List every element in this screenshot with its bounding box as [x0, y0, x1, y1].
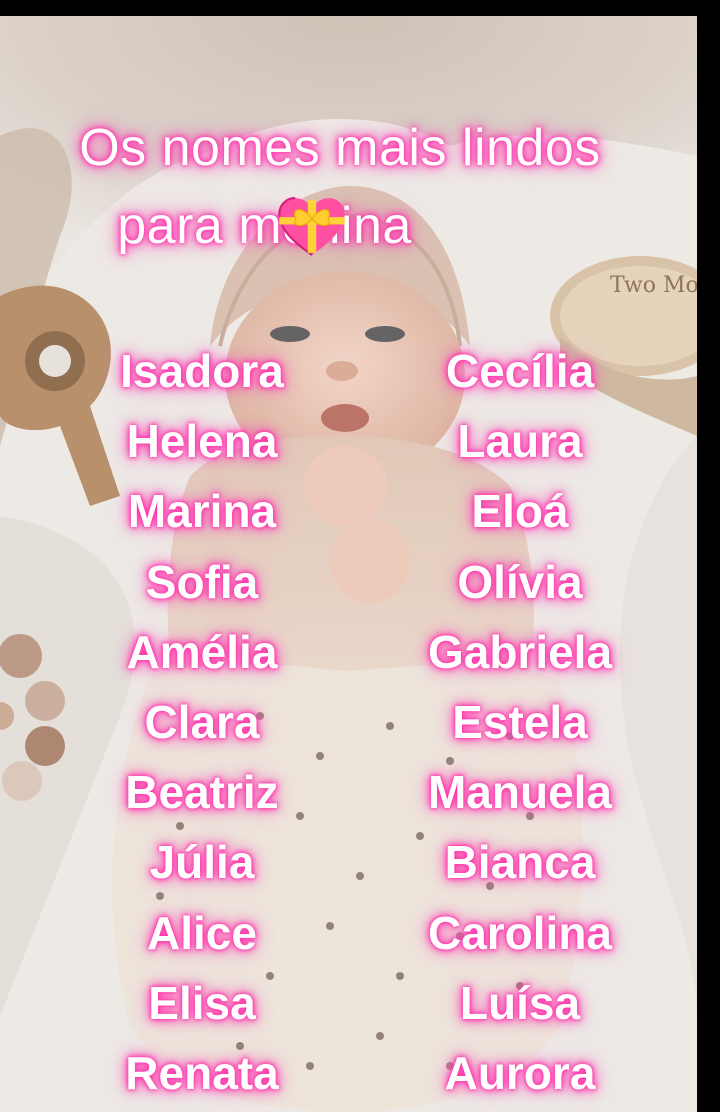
- name-left-7: Beatriz: [125, 766, 279, 819]
- name-right-8: Bianca: [444, 836, 596, 889]
- name-right-7: Manuela: [427, 766, 613, 819]
- text-overlay: Os nomes mais lindos para menina Isadora…: [0, 16, 697, 1112]
- name-right-1: Cecília: [445, 345, 595, 397]
- name-left-4: Sofia: [145, 555, 259, 608]
- baby-photo: Two Month Os nomes: [0, 16, 697, 1112]
- name-right-9: Carolina: [427, 906, 613, 959]
- name-left-3: Marina: [127, 485, 277, 538]
- name-right-5: Gabriela: [427, 625, 613, 678]
- name-right-3: Eloá: [471, 485, 569, 538]
- name-right-2: Laura: [457, 415, 583, 468]
- names-column-right: Cecília Laura Eloá Olívia Gabriela Estel…: [400, 336, 640, 1108]
- name-left-10: Elisa: [148, 976, 256, 1029]
- heart-with-ribbon-icon: [278, 197, 507, 259]
- name-left-6: Clara: [144, 695, 260, 748]
- name-left-9: Alice: [147, 906, 257, 959]
- name-right-6: Estela: [452, 695, 588, 748]
- title-line-1: Os nomes mais lindos: [79, 119, 601, 177]
- name-right-4: Olívia: [457, 555, 583, 608]
- name-right-11: Aurora: [444, 1046, 596, 1099]
- names-column-left: Isadora Helena Marina Sofia Amélia Clara…: [92, 336, 312, 1108]
- name-right-10: Luísa: [459, 976, 581, 1029]
- name-left-5: Amélia: [126, 625, 278, 678]
- title-line-2: para menina: [0, 196, 652, 259]
- name-left-11: Renata: [125, 1046, 279, 1099]
- name-left-1: Isadora: [120, 345, 284, 397]
- name-left-8: Júlia: [149, 836, 255, 889]
- name-left-2: Helena: [126, 415, 278, 468]
